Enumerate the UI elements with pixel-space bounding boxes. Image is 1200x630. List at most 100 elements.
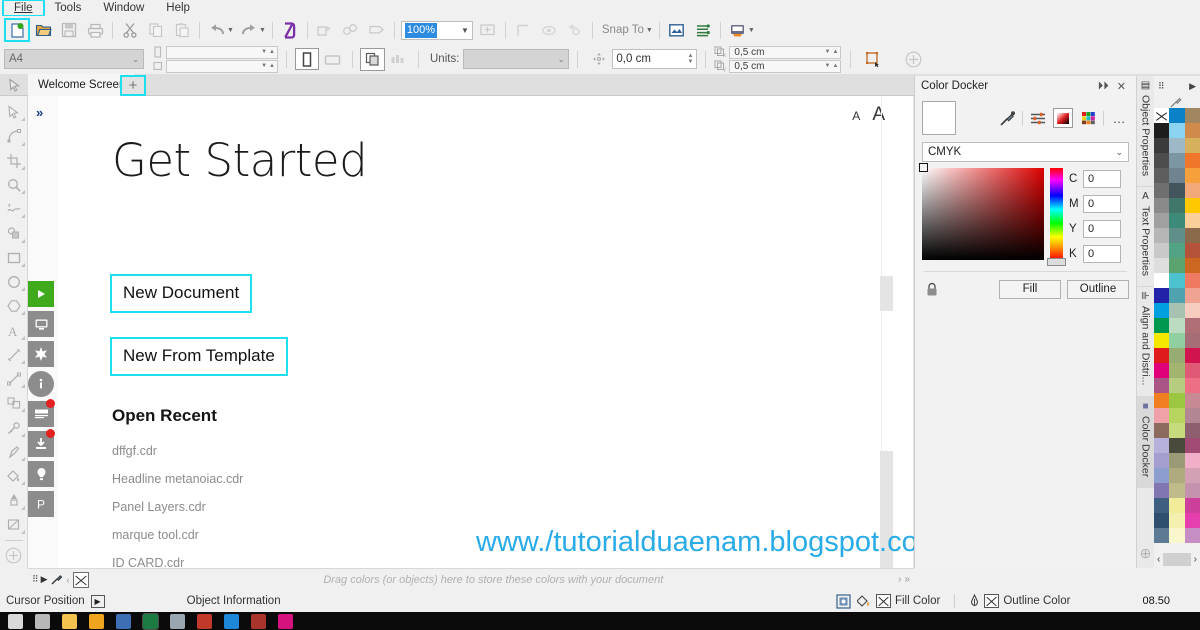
- transparency-tool-icon[interactable]: [1, 513, 27, 537]
- palette-swatch[interactable]: [1184, 363, 1200, 378]
- palette-swatch[interactable]: [1154, 243, 1170, 258]
- info-button[interactable]: [28, 371, 54, 397]
- new-document-button[interactable]: [4, 18, 30, 42]
- palette-swatch[interactable]: [1154, 393, 1170, 408]
- rectangle-tool-icon[interactable]: [1, 246, 27, 270]
- list-item[interactable]: Panel Layers.cdr: [112, 500, 243, 514]
- spinner-down-icon[interactable]: ▼: [825, 49, 831, 55]
- palette-swatch[interactable]: [1154, 348, 1170, 363]
- expand-arrow-icon[interactable]: ▶: [90, 594, 105, 608]
- palette-swatch[interactable]: [1184, 393, 1200, 408]
- explorer-icon[interactable]: [62, 613, 77, 629]
- new-tab-button[interactable]: +: [120, 75, 146, 96]
- excel-icon[interactable]: [142, 612, 159, 630]
- collapse-icon[interactable]: ⏵⏵: [1094, 80, 1113, 93]
- more-options-icon[interactable]: …: [1109, 108, 1129, 128]
- nudge-distance-field[interactable]: 0,0 cm ▲ ▼: [612, 49, 698, 69]
- news-button[interactable]: [28, 399, 55, 427]
- palette-cursor-icon[interactable]: ▶: [1189, 81, 1196, 92]
- zoom-tool-icon[interactable]: [1, 173, 27, 197]
- palette-swatch[interactable]: [1184, 183, 1200, 198]
- print-button[interactable]: [82, 18, 108, 42]
- app-gray-icon[interactable]: [170, 613, 185, 629]
- palette-swatch[interactable]: [1184, 303, 1200, 318]
- channel-m-input[interactable]: 0: [1083, 195, 1121, 213]
- options-button[interactable]: [664, 18, 690, 42]
- palette-swatch[interactable]: [1184, 123, 1200, 138]
- palette-swatch[interactable]: [1184, 438, 1200, 453]
- color-sliders-icon[interactable]: [1028, 108, 1048, 128]
- palette-swatch[interactable]: [1154, 303, 1170, 318]
- saturation-value-picker[interactable]: [919, 163, 1044, 260]
- fill-color-status[interactable]: Fill Color: [856, 594, 940, 609]
- landscape-orientation-button[interactable]: [319, 47, 345, 71]
- palette-swatch[interactable]: [1169, 333, 1185, 348]
- hue-slider[interactable]: [1047, 168, 1066, 266]
- palette-swatch[interactable]: [1169, 288, 1185, 303]
- palette-swatch[interactable]: [1169, 378, 1185, 393]
- browser-icon[interactable]: [224, 613, 239, 629]
- dimension-tool-icon[interactable]: [1, 343, 27, 367]
- taskview-icon[interactable]: [8, 613, 23, 629]
- close-icon[interactable]: ✕: [1113, 80, 1130, 93]
- palette-swatch[interactable]: [1169, 513, 1185, 528]
- picker-marker[interactable]: [919, 163, 928, 172]
- expand-chevron-icon[interactable]: »: [36, 105, 43, 120]
- palette-eyedropper-icon[interactable]: [1154, 96, 1200, 108]
- import-button[interactable]: [277, 18, 303, 42]
- strip-no-color-swatch[interactable]: [72, 571, 89, 588]
- page-width-field[interactable]: ▼ ▲: [166, 45, 278, 59]
- text-tool-icon[interactable]: A: [1, 318, 27, 342]
- palette-swatch[interactable]: [1184, 273, 1200, 288]
- palette-swatch[interactable]: [1169, 453, 1185, 468]
- whats-new-button[interactable]: [28, 341, 54, 367]
- palette-swatch[interactable]: [1184, 483, 1200, 498]
- folder-icon[interactable]: [89, 613, 104, 629]
- blend-tool-icon[interactable]: [1, 391, 27, 415]
- palette-swatch[interactable]: [1154, 468, 1170, 483]
- smart-fill-tool-icon[interactable]: [1, 221, 27, 245]
- docker-tab-text-properties[interactable]: A Text Properties: [1136, 187, 1155, 288]
- tab-welcome-screen[interactable]: Welcome Screen: [28, 74, 137, 96]
- color-viewers-icon[interactable]: [1053, 108, 1073, 128]
- palette-prev-button[interactable]: ‹: [1157, 554, 1160, 565]
- spinner-up-icon[interactable]: ▲: [269, 63, 275, 69]
- strip-cursor-icon[interactable]: ▶: [41, 574, 48, 585]
- palette-swatch[interactable]: [1184, 348, 1200, 363]
- palette-swatch[interactable]: [1169, 138, 1185, 153]
- palette-swatch[interactable]: [1169, 258, 1185, 273]
- lock-icon[interactable]: [922, 279, 942, 299]
- palette-swatch[interactable]: [1169, 363, 1185, 378]
- spinner-down-icon[interactable]: ▼: [261, 63, 267, 69]
- palette-swatch[interactable]: [1184, 333, 1200, 348]
- outline-tool-icon[interactable]: [1, 440, 27, 464]
- spinner-up-icon[interactable]: ▲: [832, 63, 838, 69]
- export-button[interactable]: [312, 18, 338, 42]
- duplicate-offset-x-field[interactable]: 0,5 cm ▼ ▲: [729, 45, 842, 59]
- palette-swatch[interactable]: [1184, 528, 1200, 543]
- fill-tool-icon[interactable]: [1, 464, 27, 488]
- document-palette-icon[interactable]: [836, 593, 851, 609]
- palette-swatch[interactable]: [1154, 183, 1170, 198]
- palette-swatch[interactable]: [1184, 408, 1200, 423]
- bounding-box-button[interactable]: [860, 47, 886, 71]
- app-blue-icon[interactable]: [116, 613, 131, 629]
- search-icon[interactable]: [35, 613, 50, 629]
- palette-swatch[interactable]: [1169, 408, 1185, 423]
- palette-swatch[interactable]: [1154, 213, 1170, 228]
- app-darkred-icon[interactable]: [251, 613, 266, 629]
- palette-scrollbar-thumb[interactable]: [1163, 552, 1191, 566]
- palette-swatch[interactable]: [1184, 138, 1200, 153]
- palette-swatch[interactable]: [1184, 198, 1200, 213]
- palette-swatch[interactable]: [1169, 393, 1185, 408]
- spinner-down-icon[interactable]: ▼: [261, 49, 267, 55]
- palette-swatch[interactable]: [1154, 363, 1170, 378]
- copy-button[interactable]: [143, 18, 169, 42]
- paste-button[interactable]: [169, 18, 195, 42]
- palette-swatch[interactable]: [1154, 453, 1170, 468]
- pick-tool-icon[interactable]: [4, 76, 26, 94]
- palette-swatch[interactable]: [1184, 258, 1200, 273]
- palette-swatch[interactable]: [1169, 498, 1185, 513]
- strip-more-icon[interactable]: »: [904, 574, 910, 585]
- connector-tool-icon[interactable]: [1, 367, 27, 391]
